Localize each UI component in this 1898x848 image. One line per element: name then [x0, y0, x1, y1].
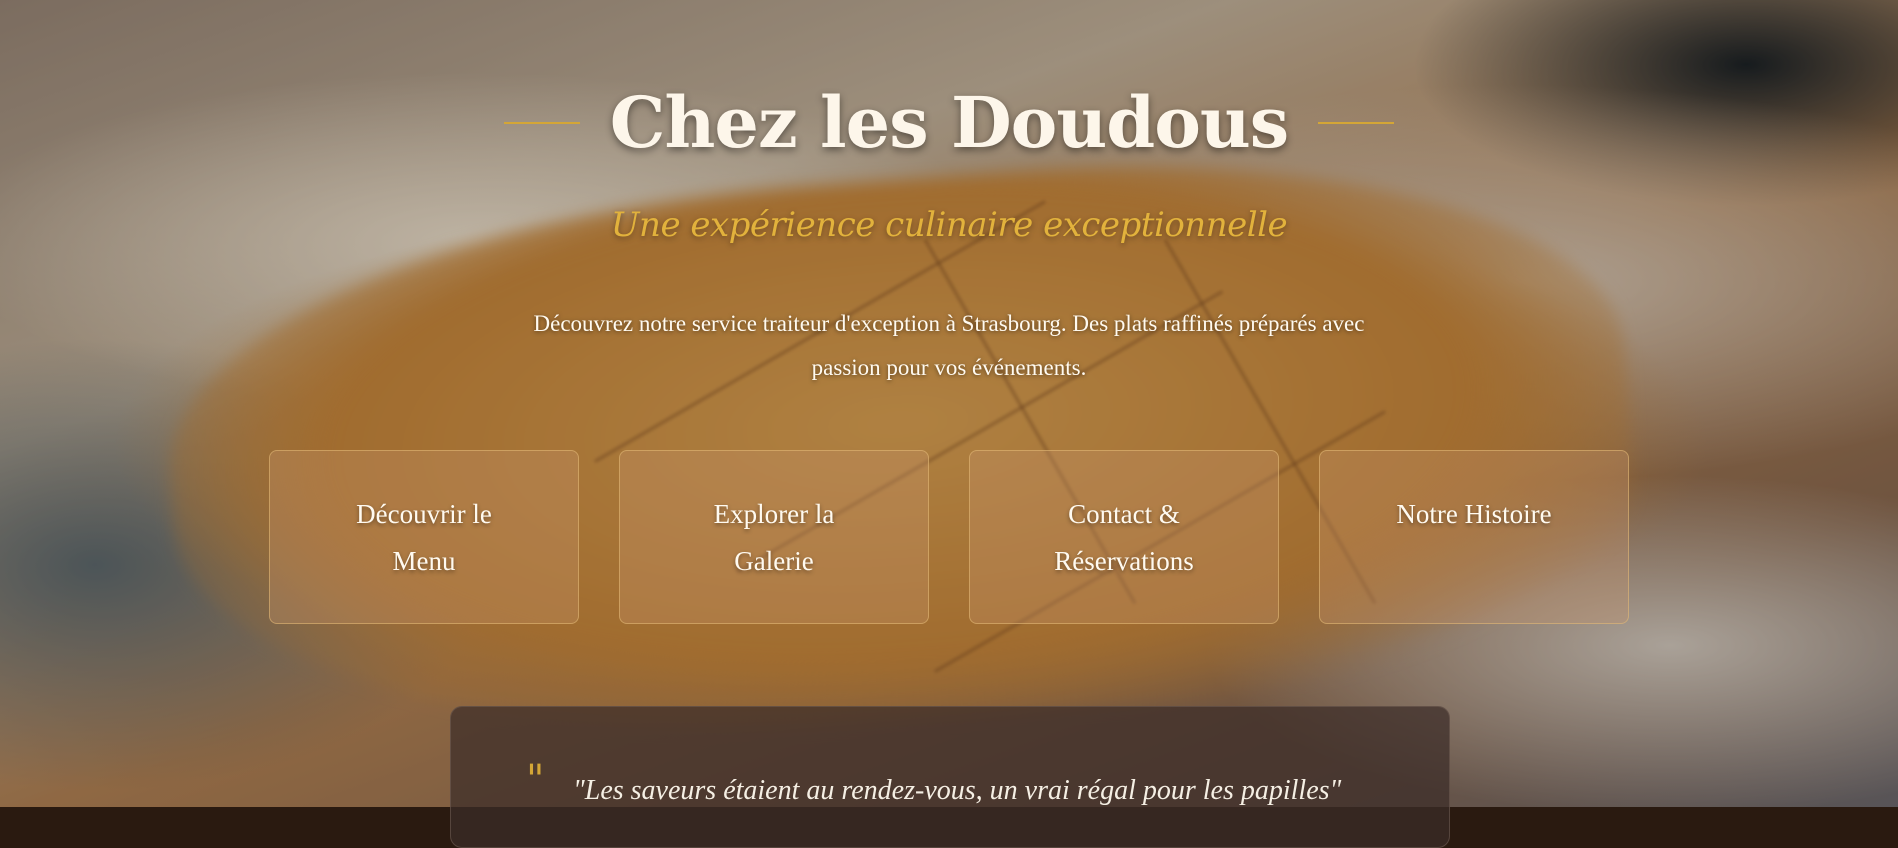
testimonial-box: " "Les saveurs étaient au rendez-vous, u…: [450, 706, 1450, 848]
hero-content: Chez les Doudous Une expérience culinair…: [0, 0, 1898, 848]
gallery-card-label: Explorer la Galerie: [713, 499, 835, 576]
nav-cards: Découvrir le Menu Explorer la Galerie Co…: [269, 450, 1629, 624]
contact-card-button[interactable]: Contact & Réservations: [969, 450, 1279, 624]
gallery-card-button[interactable]: Explorer la Galerie: [619, 450, 929, 624]
hero-description: Découvrez notre service traiteur d'excep…: [533, 311, 1365, 380]
title-row: Chez les Doudous: [0, 78, 1898, 168]
quote-icon: ": [526, 757, 545, 803]
menu-card-label: Découvrir le Menu: [356, 499, 492, 576]
history-card-label: Notre Histoire: [1396, 499, 1552, 529]
contact-card-label: Contact & Réservations: [1054, 499, 1194, 576]
testimonial-text: "Les saveurs étaient au rendez-vous, un …: [573, 775, 1342, 806]
menu-card-button[interactable]: Découvrir le Menu: [269, 450, 579, 624]
page-title: Chez les Doudous: [609, 81, 1289, 164]
history-card-button[interactable]: Notre Histoire: [1319, 450, 1629, 624]
title-decor-line-right: [1318, 122, 1395, 124]
title-decor-line-left: [503, 122, 580, 124]
hero-subtitle: Une expérience culinaire exceptionnelle: [610, 205, 1288, 245]
